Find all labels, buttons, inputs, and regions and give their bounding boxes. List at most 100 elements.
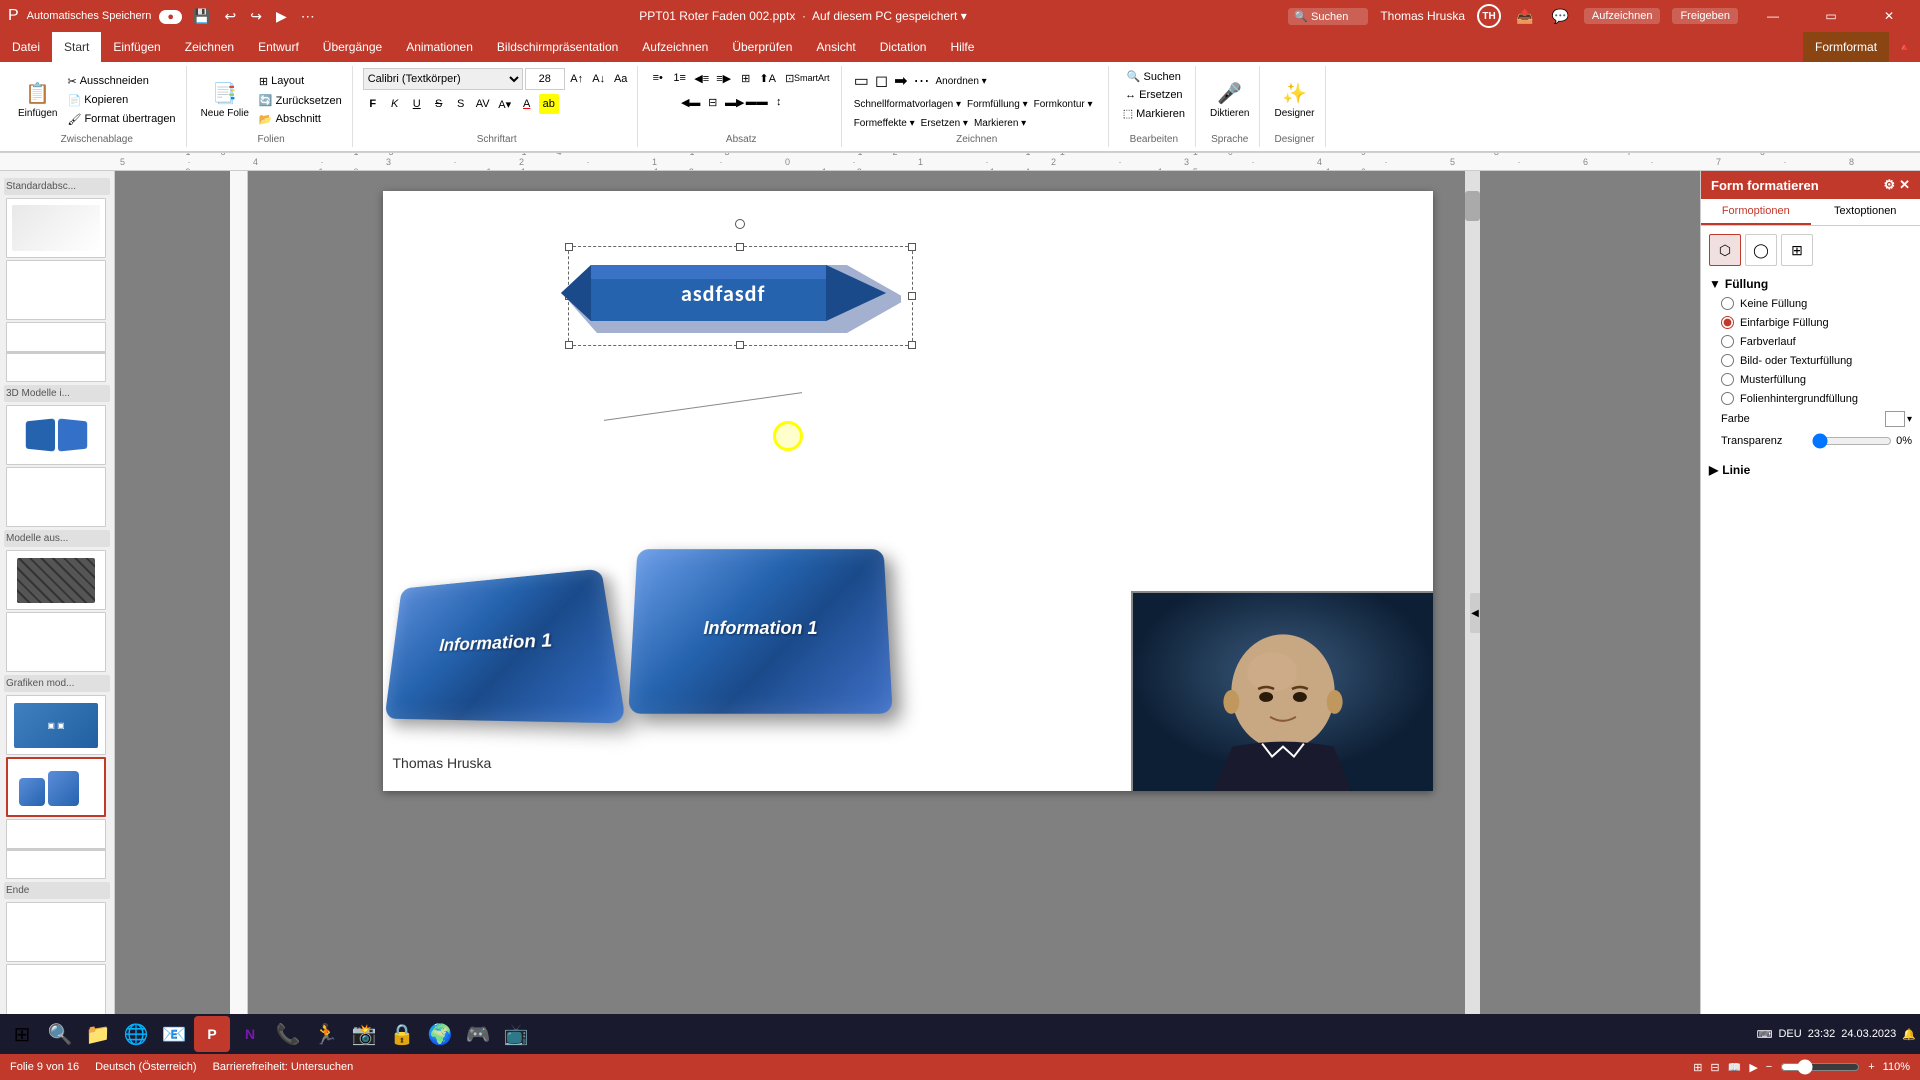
shape-fill-button[interactable]: Formfüllung ▾ xyxy=(965,97,1030,112)
shape-arrow[interactable]: ➡ xyxy=(892,69,909,93)
slide-canvas[interactable]: asdfasdf Information 1 Information 1 Tho… xyxy=(383,191,1433,791)
bold-button[interactable]: F xyxy=(363,94,383,114)
tab-bildschirm[interactable]: Bildschirmpräsentation xyxy=(485,32,630,62)
strikethrough-button[interactable]: S xyxy=(429,94,449,114)
highlight-button[interactable]: ab xyxy=(539,94,559,114)
rp-section-linie-header[interactable]: ▶ Linie xyxy=(1709,460,1912,480)
tab-uebergaenge[interactable]: Übergänge xyxy=(311,32,394,62)
arrow-shape[interactable]: asdfasdf xyxy=(561,249,901,337)
right-panel-settings-icon[interactable]: ⚙ xyxy=(1883,177,1895,193)
arrange-button[interactable]: Anordnen ▾ xyxy=(934,74,989,89)
wordart-button[interactable]: A▾ xyxy=(495,94,515,114)
rp-option-einfarbig[interactable]: Einfarbige Füllung xyxy=(1709,313,1912,332)
search-bar[interactable]: 🔍 Suchen xyxy=(1288,8,1368,25)
view-normal-icon[interactable]: ⊞ xyxy=(1693,1061,1702,1074)
underline-button[interactable]: U xyxy=(407,94,427,114)
farbe-color-picker[interactable] xyxy=(1885,411,1905,427)
layout-button[interactable]: ⊞ Layout xyxy=(255,73,346,90)
transparenz-slider[interactable] xyxy=(1812,433,1892,449)
view-presenter-icon[interactable]: ▶ xyxy=(1749,1061,1757,1074)
line-spacing-button[interactable]: ↕ xyxy=(769,92,789,112)
slide-thumb-8[interactable]: ▣ ▣ xyxy=(6,695,106,755)
rp-tab-formoptionen[interactable]: Formoptionen xyxy=(1701,199,1811,225)
taskbar-app5[interactable]: 🎮 xyxy=(460,1016,496,1052)
cut-button[interactable]: ✂ Ausschneiden xyxy=(63,73,179,90)
slide-thumb-7[interactable] xyxy=(6,612,106,672)
btn-3d-right[interactable]: Information 1 xyxy=(628,549,893,714)
slide-thumb-5[interactable] xyxy=(6,467,106,527)
rotation-handle[interactable] xyxy=(735,219,745,229)
qa-undo-icon[interactable]: ↩ xyxy=(222,6,240,27)
minimize-btn[interactable]: — xyxy=(1750,0,1796,32)
rp-icon-fill[interactable]: ⬡ xyxy=(1709,234,1741,266)
rp-icon-effects[interactable]: ◯ xyxy=(1745,234,1777,266)
rp-option-farbverlauf[interactable]: Farbverlauf xyxy=(1709,332,1912,351)
bullets-button[interactable]: ≡• xyxy=(648,68,668,88)
new-slide-button[interactable]: 📑 Neue Folie xyxy=(197,70,253,130)
zoom-out-icon[interactable]: − xyxy=(1766,1061,1772,1073)
slide-thumb-2[interactable] xyxy=(6,260,106,320)
taskbar-files[interactable]: 📁 xyxy=(80,1016,116,1052)
radio-muster[interactable] xyxy=(1721,373,1734,386)
tab-dictation[interactable]: Dictation xyxy=(868,32,939,62)
taskbar-app1[interactable]: 🏃 xyxy=(308,1016,344,1052)
align-right-button[interactable]: ▬▶ xyxy=(725,92,745,112)
align-center-button[interactable]: ⊟ xyxy=(703,92,723,112)
font-size-input[interactable] xyxy=(525,68,565,90)
collapse-panel-btn[interactable]: ◀ xyxy=(1470,593,1480,633)
handle-bl[interactable] xyxy=(565,341,573,349)
tab-datei[interactable]: Datei xyxy=(0,32,52,62)
char-spacing-button[interactable]: AV xyxy=(473,94,493,114)
maximize-btn[interactable]: ▭ xyxy=(1808,0,1854,32)
right-panel-close-icon[interactable]: ✕ xyxy=(1899,177,1910,193)
qa-save-icon[interactable]: 💾 xyxy=(190,6,213,27)
shape-effects-button[interactable]: Formeffekte ▾ xyxy=(852,116,917,131)
btn-3d-left[interactable]: Information 1 xyxy=(384,569,626,724)
taskbar-app3[interactable]: 🔒 xyxy=(384,1016,420,1052)
handle-tr[interactable] xyxy=(908,243,916,251)
numbering-button[interactable]: 1≡ xyxy=(670,68,690,88)
handle-bc[interactable] xyxy=(736,341,744,349)
taskbar-onenote[interactable]: N xyxy=(232,1016,268,1052)
font-name-select[interactable]: Calibri (Textkörper) xyxy=(363,68,523,90)
handle-mr[interactable] xyxy=(908,292,916,300)
clear-format-icon[interactable]: Aa xyxy=(611,69,631,89)
replace-edit-button[interactable]: ↔ Ersetzen xyxy=(1121,87,1186,103)
slide-thumb-4[interactable] xyxy=(6,405,106,465)
qa-redo-icon[interactable]: ↪ xyxy=(247,6,265,27)
font-increase-icon[interactable]: A↑ xyxy=(567,69,587,89)
qa-present-icon[interactable]: ▶ xyxy=(273,6,290,27)
shape-rect1[interactable]: ▭ xyxy=(852,69,871,93)
reset-button[interactable]: 🔄 Zurücksetzen xyxy=(255,92,346,109)
increase-indent-button[interactable]: ≡▶ xyxy=(714,68,734,88)
taskbar-app4[interactable]: 🌍 xyxy=(422,1016,458,1052)
designer-button[interactable]: ✨ Designer xyxy=(1270,70,1318,130)
search-button[interactable]: 🔍 Suchen xyxy=(1123,68,1185,85)
mark-button[interactable]: Markieren ▾ xyxy=(972,116,1028,131)
tab-entwurf[interactable]: Entwurf xyxy=(246,32,311,62)
radio-folien[interactable] xyxy=(1721,392,1734,405)
justify-button[interactable]: ▬▬ xyxy=(747,92,767,112)
rp-section-fuellung-header[interactable]: ▼ Füllung xyxy=(1709,274,1912,294)
autosave-toggle[interactable]: ● xyxy=(159,9,182,23)
radio-einfarbig[interactable] xyxy=(1721,316,1734,329)
close-btn[interactable]: ✕ xyxy=(1866,0,1912,32)
taskbar-app2[interactable]: 📸 xyxy=(346,1016,382,1052)
slide-thumb-1[interactable] xyxy=(6,198,106,258)
farbe-dropdown-icon[interactable]: ▾ xyxy=(1907,414,1912,425)
replace-button[interactable]: Ersetzen ▾ xyxy=(919,116,970,131)
select-button[interactable]: ⬚ Markieren xyxy=(1119,105,1189,122)
qa-more-icon[interactable]: ⋯ xyxy=(298,6,318,27)
slide-thumb-9[interactable] xyxy=(6,757,106,817)
shadow-button[interactable]: S xyxy=(451,94,471,114)
ribbon-collapse-icon[interactable]: 🔺 xyxy=(1889,32,1920,62)
rp-option-keine[interactable]: Keine Füllung xyxy=(1709,294,1912,313)
radio-farbverlauf[interactable] xyxy=(1721,335,1734,348)
tab-einfuegen[interactable]: Einfügen xyxy=(101,32,172,62)
diktieren-button[interactable]: 🎤 Diktieren xyxy=(1206,70,1253,130)
record-btn[interactable]: Aufzeichnen xyxy=(1584,8,1661,24)
format-painter-button[interactable]: 🖌 Format übertragen xyxy=(63,111,179,128)
zoom-slider[interactable] xyxy=(1780,1059,1860,1075)
zoom-in-icon[interactable]: + xyxy=(1868,1061,1874,1073)
radio-keine[interactable] xyxy=(1721,297,1734,310)
